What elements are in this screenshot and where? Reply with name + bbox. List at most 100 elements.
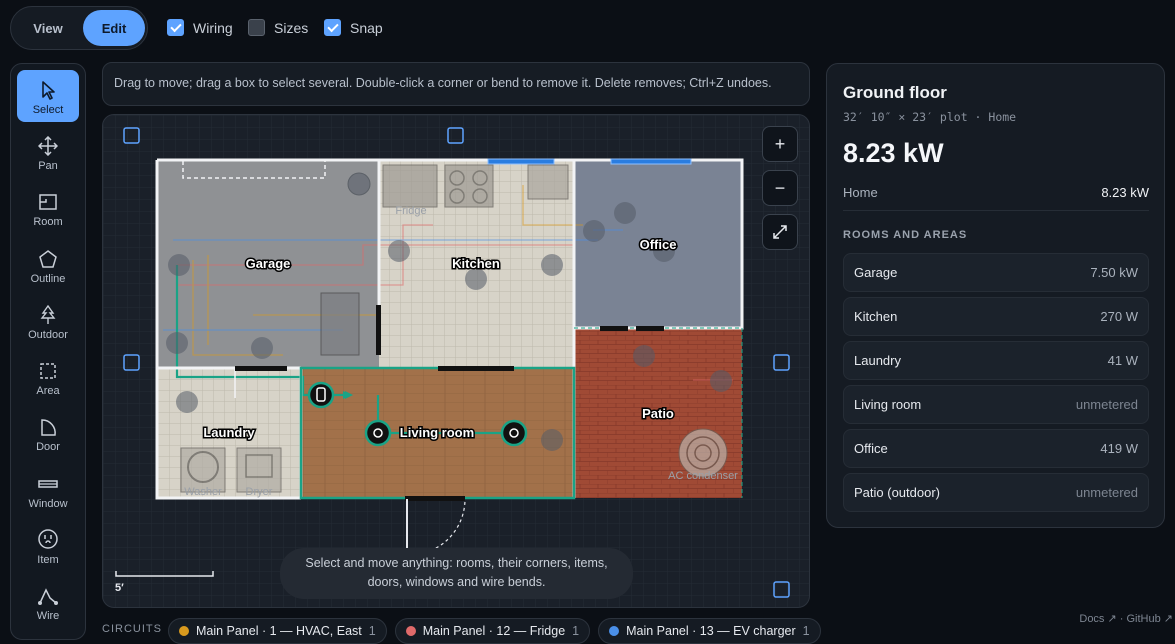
label-laundry: Laundry [203,425,255,440]
label-washer: Washer [184,486,222,498]
floor-title: Ground floor [843,83,947,102]
wire-icon [38,588,58,605]
circuit-color-dot [178,625,189,636]
label-ac-condenser: AC condenser [668,470,738,482]
label-living-room: Living room [400,425,474,440]
tool-outline[interactable]: Outline [17,239,79,291]
sizes-toggle[interactable]: Sizes [248,19,308,36]
move-icon [38,136,58,156]
tool-room[interactable]: Room [17,182,79,234]
tool-pan-label: Pan [38,160,58,172]
tool-select[interactable]: Select [17,70,79,122]
room-name: Laundry [854,353,901,368]
cursor-icon [42,81,55,100]
room-value: 270 W [1100,309,1138,324]
tool-item[interactable]: Item [17,520,79,572]
circuit-count: 1 [802,623,810,638]
floor-total-power: 8.23 kW [843,138,944,168]
mode-switch: View Edit [10,6,148,50]
room-name: Living room [854,397,922,412]
floorplan[interactable]: Garage Kitchen Office Laundry Living roo… [103,115,810,608]
label-fridge: Fridge [395,205,426,217]
dashed-square-icon [40,363,56,379]
tool-window[interactable]: Window [17,464,79,516]
room-name: Garage [854,265,898,280]
label-patio: Patio [642,406,674,421]
circuit-name: Main Panel · 13 — EV charger [626,623,796,638]
window-icon [38,480,58,488]
expand-icon [773,225,787,239]
zoom-in-button[interactable]: + [762,126,798,162]
home-total-row: Home 8.23 kW [843,185,1149,211]
snap-toggle[interactable]: Snap [324,19,383,36]
tool-outdoor-label: Outdoor [28,329,68,341]
zoom-out-button[interactable]: − [762,170,798,206]
view-mode-button[interactable]: View [17,10,79,46]
tool-door-label: Door [36,441,60,453]
home-value: 8.23 kW [1101,185,1149,200]
tool-door[interactable]: Door [17,407,79,459]
label-garage: Garage [246,256,291,271]
room-icon [39,194,57,210]
circuit-color-dot [609,625,620,636]
label-kitchen: Kitchen [452,256,500,271]
room-value: unmetered [1075,485,1138,500]
room-row-patio[interactable]: Patio (outdoor) unmetered [843,473,1149,512]
room-row-office[interactable]: Office 419 W [843,429,1149,468]
room-row-garage[interactable]: Garage 7.50 kW [843,253,1149,292]
floor-summary-panel: Ground floor 32′ 10″ × 23′ plot · Home 8… [826,63,1165,528]
outlet-icon [38,529,58,549]
sizes-label: Sizes [274,19,309,36]
room-name: Office [854,441,888,456]
snap-checkbox[interactable] [324,19,341,36]
scale-label: 5′ [115,582,124,594]
room-name: Patio (outdoor) [854,485,940,500]
pentagon-icon [39,250,57,268]
home-label: Home [843,185,878,200]
tool-room-label: Room [33,216,63,228]
toast-line-1: Select and move anything: rooms, their c… [305,556,608,570]
room-row-living-room[interactable]: Living room unmetered [843,385,1149,424]
circuit-count: 1 [368,623,376,638]
floorplan-canvas[interactable]: Garage Kitchen Office Laundry Living roo… [102,114,810,608]
room-row-laundry[interactable]: Laundry 41 W [843,341,1149,380]
floor-subtitle: 32′ 10″ × 23′ plot · Home [843,110,1017,124]
tool-palette: Select Pan Room Outline Outdoor Area Doo… [10,63,86,640]
door-icon [41,419,56,436]
circuit-color-dot [405,625,416,636]
tool-pan[interactable]: Pan [17,126,79,178]
room-value: 7.50 kW [1090,265,1138,280]
toast-line-2: doors, windows and wire bends. [367,575,546,589]
fit-view-button[interactable] [762,214,798,250]
edit-mode-button[interactable]: Edit [83,10,145,46]
footer-links[interactable]: Docs ↗ · GitHub ↗ [1079,612,1173,625]
circuit-count: 1 [572,623,580,638]
circuit-name: Main Panel · 12 — Fridge [422,623,566,638]
tool-select-label: Select [32,104,64,116]
sizes-checkbox[interactable] [248,19,265,36]
circuit-name: Main Panel · 1 — HVAC, East [195,623,362,638]
top-toolbar: View Edit Wiring Sizes Snap [0,0,1175,56]
room-name: Kitchen [854,309,898,324]
tool-wire-label: Wire [36,610,60,622]
tool-window-label: Window [28,498,68,510]
room-value: 419 W [1100,441,1138,456]
help-toast: Select and move anything: rooms, their c… [280,548,633,599]
wiring-checkbox[interactable] [167,19,184,36]
circuits-label: CIRCUITS [102,622,162,635]
tool-area-label: Area [36,385,60,397]
tool-wire[interactable]: Wire [17,576,79,628]
circuits-bar: CIRCUITS Main Panel · 1 — HVAC, East 1 M… [102,617,821,644]
tree-icon [40,305,56,324]
wiring-toggle[interactable]: Wiring [167,19,233,36]
label-office: Office [640,237,677,252]
tool-area[interactable]: Area [17,351,79,403]
wiring-label: Wiring [193,19,233,36]
room-value: unmetered [1075,397,1138,412]
room-value: 41 W [1107,353,1138,368]
rooms-section-title: ROOMS AND AREAS [843,229,968,241]
label-dryer: Dryer [246,486,273,498]
tool-outdoor[interactable]: Outdoor [17,295,79,347]
snap-label: Snap [350,19,383,36]
room-row-kitchen[interactable]: Kitchen 270 W [843,297,1149,336]
